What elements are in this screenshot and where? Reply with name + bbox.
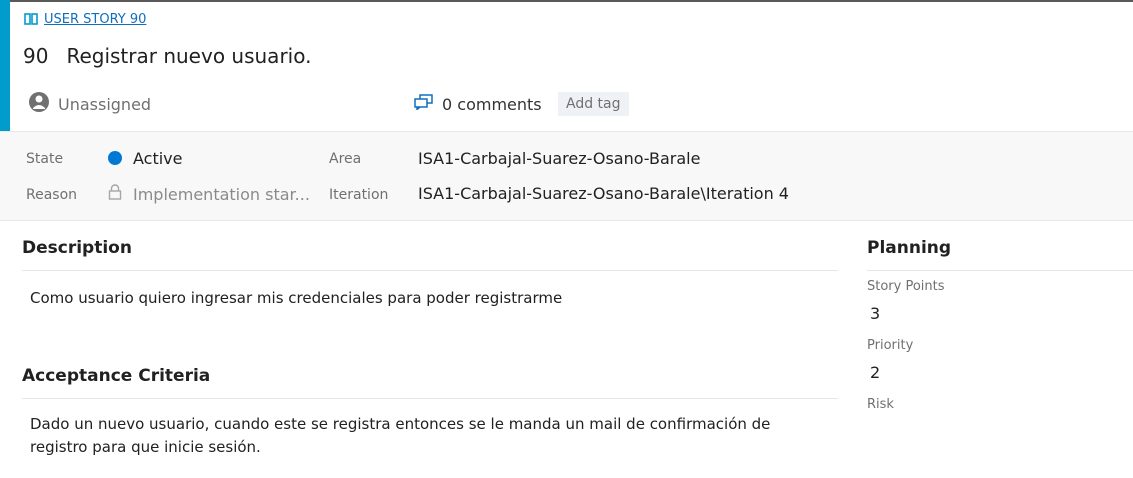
work-item-title[interactable]: 90 Registrar nuevo usuario. [23, 44, 311, 68]
reason-field: Implementation star... [133, 185, 310, 204]
assigned-to-control[interactable]: Unassigned [28, 91, 151, 117]
iteration-label: Iteration [329, 187, 389, 203]
acceptance-criteria-field[interactable]: Dado un nuevo usuario, cuando este se re… [30, 413, 830, 459]
state-field[interactable]: Active [133, 149, 183, 168]
work-item-header: USER STORY 90 90 Registrar nuevo usuario… [10, 2, 1133, 131]
work-item-type-row: USER STORY 90 [24, 10, 146, 29]
acceptance-criteria-divider [22, 398, 838, 399]
assigned-to-text: Unassigned [58, 94, 152, 114]
planning-heading: Planning [867, 238, 952, 258]
iteration-field[interactable]: ISA1-Carbajal-Suarez-Osano-Barale\Iterat… [418, 184, 789, 203]
work-item-id: 90 [23, 44, 49, 68]
reason-label: Reason [26, 187, 78, 203]
work-item-fields: State Active Reason Implementation star.… [0, 131, 1133, 221]
state-active-indicator [108, 151, 122, 165]
area-field[interactable]: ISA1-Carbajal-Suarez-Osano-Barale [418, 149, 700, 168]
area-label: Area [329, 151, 362, 167]
comments-icon [414, 94, 434, 114]
risk-label: Risk [867, 397, 894, 412]
planning-divider [867, 270, 1133, 271]
story-points-label: Story Points [867, 279, 945, 294]
priority-field[interactable]: 2 [870, 363, 880, 382]
comments-count: 0 comments [442, 94, 542, 114]
description-divider [22, 270, 838, 271]
book-icon [24, 10, 38, 29]
priority-label: Priority [867, 338, 914, 353]
lock-icon [108, 184, 122, 204]
add-tag-button[interactable]: Add tag [558, 92, 629, 116]
acceptance-criteria-heading: Acceptance Criteria [22, 366, 211, 386]
work-item-title-text[interactable]: Registrar nuevo usuario. [66, 44, 311, 68]
comments-link[interactable]: 0 comments [414, 94, 542, 114]
work-item-type-accent-bar [0, 0, 10, 131]
state-label: State [26, 151, 64, 167]
user-avatar-icon [28, 91, 50, 117]
description-field[interactable]: Como usuario quiero ingresar mis credenc… [30, 287, 830, 310]
description-heading: Description [22, 238, 132, 258]
story-points-field[interactable]: 3 [870, 304, 880, 323]
work-item-type-link[interactable]: USER STORY 90 [44, 12, 146, 27]
